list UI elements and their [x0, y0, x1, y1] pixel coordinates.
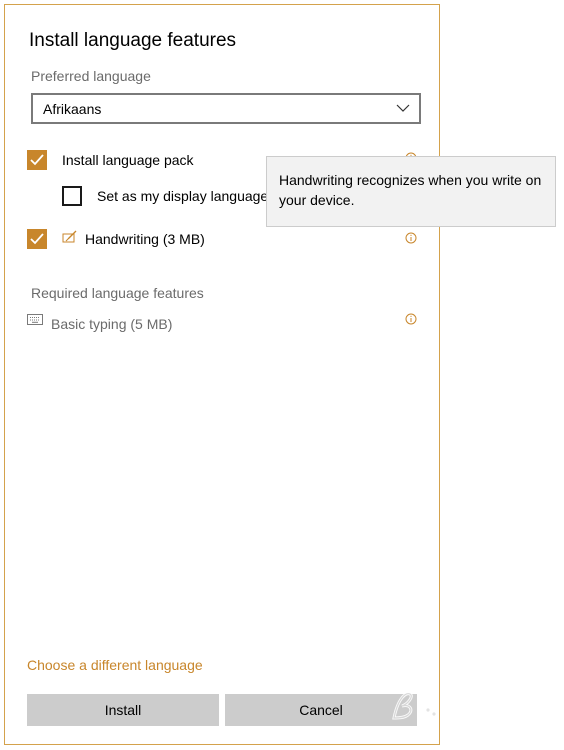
- install-language-pack-label: Install language pack: [62, 152, 194, 168]
- basic-typing-label: Basic typing (5 MB): [51, 316, 173, 332]
- install-language-dialog: Install language features Preferred lang…: [4, 4, 440, 745]
- dialog-title: Install language features: [29, 30, 237, 51]
- info-icon[interactable]: [405, 313, 417, 325]
- info-icon[interactable]: [405, 232, 417, 244]
- keyboard-icon: [27, 314, 43, 325]
- checkmark-icon: [30, 233, 44, 245]
- display-language-checkbox[interactable]: [62, 186, 82, 206]
- watermark-logo-icon: [392, 692, 436, 720]
- chevron-down-icon: [396, 104, 410, 112]
- handwriting-pen-icon: [62, 230, 77, 243]
- install-language-pack-checkbox[interactable]: [27, 150, 47, 170]
- selected-language-value: Afrikaans: [43, 101, 102, 117]
- preferred-language-select[interactable]: Afrikaans: [31, 93, 421, 124]
- choose-different-language-link[interactable]: Choose a different language: [27, 657, 203, 673]
- preferred-language-label: Preferred language: [31, 68, 151, 84]
- handwriting-checkbox[interactable]: [27, 229, 47, 249]
- display-language-label: Set as my display language: [97, 188, 269, 204]
- required-features-label: Required language features: [31, 285, 204, 301]
- checkmark-icon: [30, 154, 44, 166]
- handwriting-label: Handwriting (3 MB): [85, 231, 205, 247]
- handwriting-tooltip: Handwriting recognizes when you write on…: [266, 156, 556, 227]
- install-button[interactable]: Install: [27, 694, 219, 726]
